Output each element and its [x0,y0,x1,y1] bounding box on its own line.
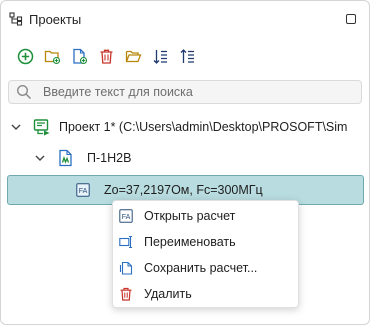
search-box[interactable] [8,80,362,104]
menu-item-rename[interactable]: Переименовать [119,232,236,252]
delete-icon [100,49,112,64]
chevron-down-icon[interactable] [10,121,22,133]
search-input[interactable] [41,84,361,100]
toolbar [15,46,197,66]
file-add-icon [72,48,87,64]
panel-header: Проекты [9,10,81,28]
svg-text:FA: FA [122,214,131,221]
delete-button[interactable] [96,46,116,66]
maximize-button[interactable] [346,14,356,24]
sort-alt-button[interactable] [177,46,197,66]
tree-item-project[interactable]: Проект 1* (C:\Users\admin\Desktop\PROSOF… [10,116,347,138]
save-icon [119,261,133,275]
menu-item-save-calc[interactable]: Сохранить расчет... [119,258,257,278]
rename-icon [119,235,132,249]
projects-panel: Проекты Введите текст для поиска Проект … [0,0,370,325]
menu-item-delete[interactable]: Удалить [119,284,192,304]
tree-item-label: П-1Н2В [87,151,132,165]
calc-file-icon: FA [76,183,90,197]
project-icon [33,119,50,136]
sort-icon [153,49,167,64]
add-folder-button[interactable] [42,46,62,66]
sort-button[interactable] [150,46,170,66]
open-folder-button[interactable] [123,46,143,66]
menu-item-label: Открыть расчет [144,209,236,223]
svg-text:FA: FA [79,188,88,195]
tree-item-label: Проект 1* (C:\Users\admin\Desktop\PROSOF… [59,120,348,134]
menu-item-open-calc[interactable]: FA Открыть расчет [119,206,235,226]
element-icon [59,149,72,167]
menu-item-label: Переименовать [144,235,236,249]
add-icon [17,48,33,64]
tree-item-node[interactable]: П-1Н2В [34,147,131,169]
tree-item-label: Zo=37,2197Ом, Fc=300МГц [104,183,263,197]
open-calc-icon: FA [119,209,133,223]
folder-open-icon [125,50,141,62]
menu-item-label: Удалить [144,287,192,301]
delete-icon [120,287,132,301]
context-menu: FA Открыть расчет Переименовать Сохранит… [112,200,299,308]
sort-alt-icon [180,48,194,63]
panel-title: Проекты [29,11,82,27]
folder-add-icon [44,50,60,64]
menu-item-label: Сохранить расчет... [144,261,258,275]
add-file-button[interactable] [69,46,89,66]
project-tree-icon [9,12,23,26]
add-button[interactable] [15,46,35,66]
chevron-down-icon[interactable] [34,152,46,164]
search-icon [16,84,32,100]
